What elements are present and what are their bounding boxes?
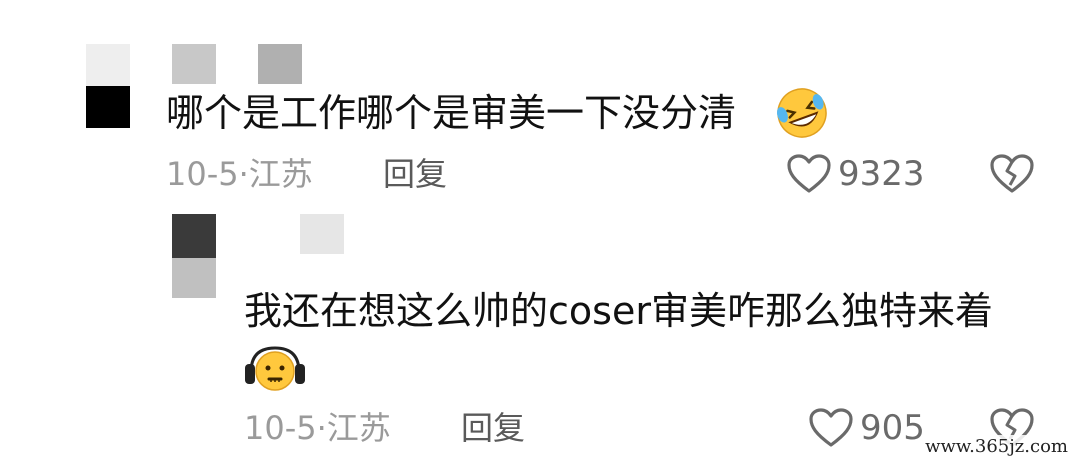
- comment-location: 江苏: [248, 155, 313, 193]
- heart-outline-icon[interactable]: [808, 407, 854, 449]
- meta-separator: ·: [238, 155, 249, 193]
- comment-meta: 10-5·江苏: [166, 154, 313, 194]
- comment-meta: 10-5·江苏: [244, 408, 391, 448]
- reply-button[interactable]: 回复: [461, 408, 525, 448]
- comment-text: 我还在想这么帅的coser审美咋那么独特来着: [244, 289, 993, 333]
- comment-date: 10-5: [166, 155, 239, 193]
- like-count: 9323: [838, 154, 925, 194]
- comment-text: 哪个是工作哪个是审美一下没分清: [166, 91, 737, 135]
- heart-outline-icon[interactable]: [786, 153, 832, 195]
- comment-date: 10-5: [244, 409, 317, 447]
- comment-location: 江苏: [326, 409, 391, 447]
- reply-button[interactable]: 回复: [383, 154, 447, 194]
- rofl-emoji: [776, 88, 827, 138]
- broken-heart-icon[interactable]: [989, 153, 1035, 195]
- headphones-face-emoji: [245, 346, 305, 391]
- like-count: 905: [860, 408, 925, 448]
- watermark: www.365jz.com: [921, 435, 1072, 458]
- meta-separator: ·: [316, 409, 327, 447]
